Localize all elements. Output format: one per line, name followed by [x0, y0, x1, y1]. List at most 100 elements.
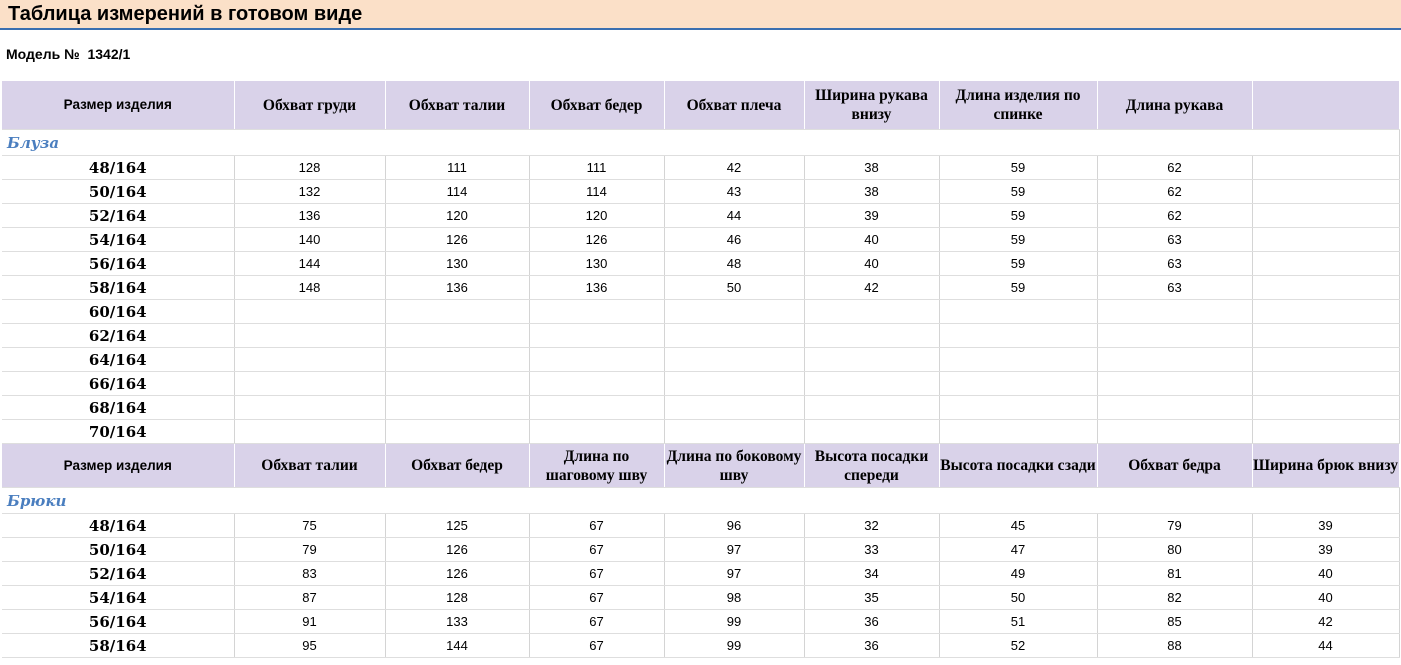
- value-cell[interactable]: 75: [234, 513, 386, 538]
- value-cell[interactable]: 79: [234, 537, 386, 562]
- value-cell[interactable]: [804, 395, 940, 420]
- value-cell[interactable]: 63: [1097, 227, 1253, 252]
- value-cell[interactable]: 140: [234, 227, 386, 252]
- value-cell[interactable]: 62: [1097, 203, 1253, 228]
- size-cell[interactable]: 68/164: [2, 395, 235, 420]
- value-cell[interactable]: 33: [804, 537, 940, 562]
- value-cell[interactable]: [385, 299, 530, 324]
- value-cell[interactable]: [529, 371, 665, 396]
- size-cell[interactable]: 50/164: [2, 537, 235, 562]
- value-cell[interactable]: [939, 419, 1098, 444]
- size-cell[interactable]: 62/164: [2, 323, 235, 348]
- value-cell[interactable]: 44: [1252, 633, 1400, 658]
- value-cell[interactable]: 59: [939, 275, 1098, 300]
- value-cell[interactable]: [1252, 203, 1400, 228]
- value-cell[interactable]: [1252, 395, 1400, 420]
- value-cell[interactable]: 42: [804, 275, 940, 300]
- value-cell[interactable]: [1252, 299, 1400, 324]
- column-header[interactable]: Длина по боковому шву: [664, 443, 805, 488]
- value-cell[interactable]: [234, 299, 386, 324]
- value-cell[interactable]: [529, 299, 665, 324]
- value-cell[interactable]: 36: [804, 633, 940, 658]
- size-cell[interactable]: 60/164: [2, 299, 235, 324]
- value-cell[interactable]: 97: [664, 561, 805, 586]
- value-cell[interactable]: 52: [939, 633, 1098, 658]
- value-cell[interactable]: 67: [529, 513, 665, 538]
- value-cell[interactable]: [1252, 275, 1400, 300]
- value-cell[interactable]: [1097, 347, 1253, 372]
- value-cell[interactable]: [234, 419, 386, 444]
- value-cell[interactable]: [1097, 419, 1253, 444]
- value-cell[interactable]: 63: [1097, 251, 1253, 276]
- size-cell[interactable]: 66/164: [2, 371, 235, 396]
- value-cell[interactable]: 35: [804, 585, 940, 610]
- value-cell[interactable]: 148: [234, 275, 386, 300]
- value-cell[interactable]: 43: [664, 179, 805, 204]
- value-cell[interactable]: 114: [529, 179, 665, 204]
- column-header[interactable]: Высота посадки сзади: [939, 443, 1098, 488]
- value-cell[interactable]: [1252, 371, 1400, 396]
- column-header[interactable]: Обхват груди: [234, 81, 386, 130]
- section-label[interactable]: Брюки: [2, 487, 1400, 514]
- column-header[interactable]: [1252, 81, 1400, 130]
- value-cell[interactable]: [804, 323, 940, 348]
- value-cell[interactable]: 114: [385, 179, 530, 204]
- value-cell[interactable]: 32: [804, 513, 940, 538]
- value-cell[interactable]: [664, 419, 805, 444]
- value-cell[interactable]: 120: [385, 203, 530, 228]
- value-cell[interactable]: 111: [385, 155, 530, 180]
- size-cell[interactable]: 48/164: [2, 155, 235, 180]
- value-cell[interactable]: [664, 395, 805, 420]
- value-cell[interactable]: [664, 299, 805, 324]
- value-cell[interactable]: [529, 419, 665, 444]
- value-cell[interactable]: 50: [939, 585, 1098, 610]
- value-cell[interactable]: [385, 371, 530, 396]
- value-cell[interactable]: [1252, 347, 1400, 372]
- value-cell[interactable]: [234, 395, 386, 420]
- value-cell[interactable]: 67: [529, 537, 665, 562]
- value-cell[interactable]: 120: [529, 203, 665, 228]
- column-header[interactable]: Обхват бедер: [385, 443, 530, 488]
- value-cell[interactable]: 62: [1097, 179, 1253, 204]
- section-label[interactable]: Блуза: [2, 129, 1400, 156]
- value-cell[interactable]: 62: [1097, 155, 1253, 180]
- size-cell[interactable]: 56/164: [2, 251, 235, 276]
- value-cell[interactable]: [1097, 299, 1253, 324]
- value-cell[interactable]: 128: [234, 155, 386, 180]
- value-cell[interactable]: 49: [939, 561, 1098, 586]
- size-cell[interactable]: 50/164: [2, 179, 235, 204]
- value-cell[interactable]: 144: [385, 633, 530, 658]
- value-cell[interactable]: 87: [234, 585, 386, 610]
- value-cell[interactable]: 67: [529, 585, 665, 610]
- column-header[interactable]: Высота посадки спереди: [804, 443, 940, 488]
- value-cell[interactable]: [664, 371, 805, 396]
- value-cell[interactable]: [234, 371, 386, 396]
- value-cell[interactable]: 96: [664, 513, 805, 538]
- value-cell[interactable]: 67: [529, 609, 665, 634]
- value-cell[interactable]: 59: [939, 155, 1098, 180]
- value-cell[interactable]: [1252, 155, 1400, 180]
- value-cell[interactable]: 136: [234, 203, 386, 228]
- column-header[interactable]: Обхват бедер: [529, 81, 665, 130]
- value-cell[interactable]: 133: [385, 609, 530, 634]
- value-cell[interactable]: 95: [234, 633, 386, 658]
- value-cell[interactable]: [939, 347, 1098, 372]
- value-cell[interactable]: 38: [804, 155, 940, 180]
- value-cell[interactable]: 126: [385, 227, 530, 252]
- value-cell[interactable]: 48: [664, 251, 805, 276]
- value-cell[interactable]: [1252, 323, 1400, 348]
- value-cell[interactable]: 40: [1252, 585, 1400, 610]
- value-cell[interactable]: [1097, 371, 1253, 396]
- value-cell[interactable]: 51: [939, 609, 1098, 634]
- size-cell[interactable]: 48/164: [2, 513, 235, 538]
- column-header[interactable]: Длина рукава: [1097, 81, 1253, 130]
- column-header[interactable]: Обхват плеча: [664, 81, 805, 130]
- value-cell[interactable]: 59: [939, 179, 1098, 204]
- value-cell[interactable]: [804, 371, 940, 396]
- value-cell[interactable]: 46: [664, 227, 805, 252]
- value-cell[interactable]: 130: [385, 251, 530, 276]
- value-cell[interactable]: [385, 395, 530, 420]
- column-header[interactable]: Ширина рукава внизу: [804, 81, 940, 130]
- value-cell[interactable]: 125: [385, 513, 530, 538]
- column-header[interactable]: Размер изделия: [2, 81, 235, 130]
